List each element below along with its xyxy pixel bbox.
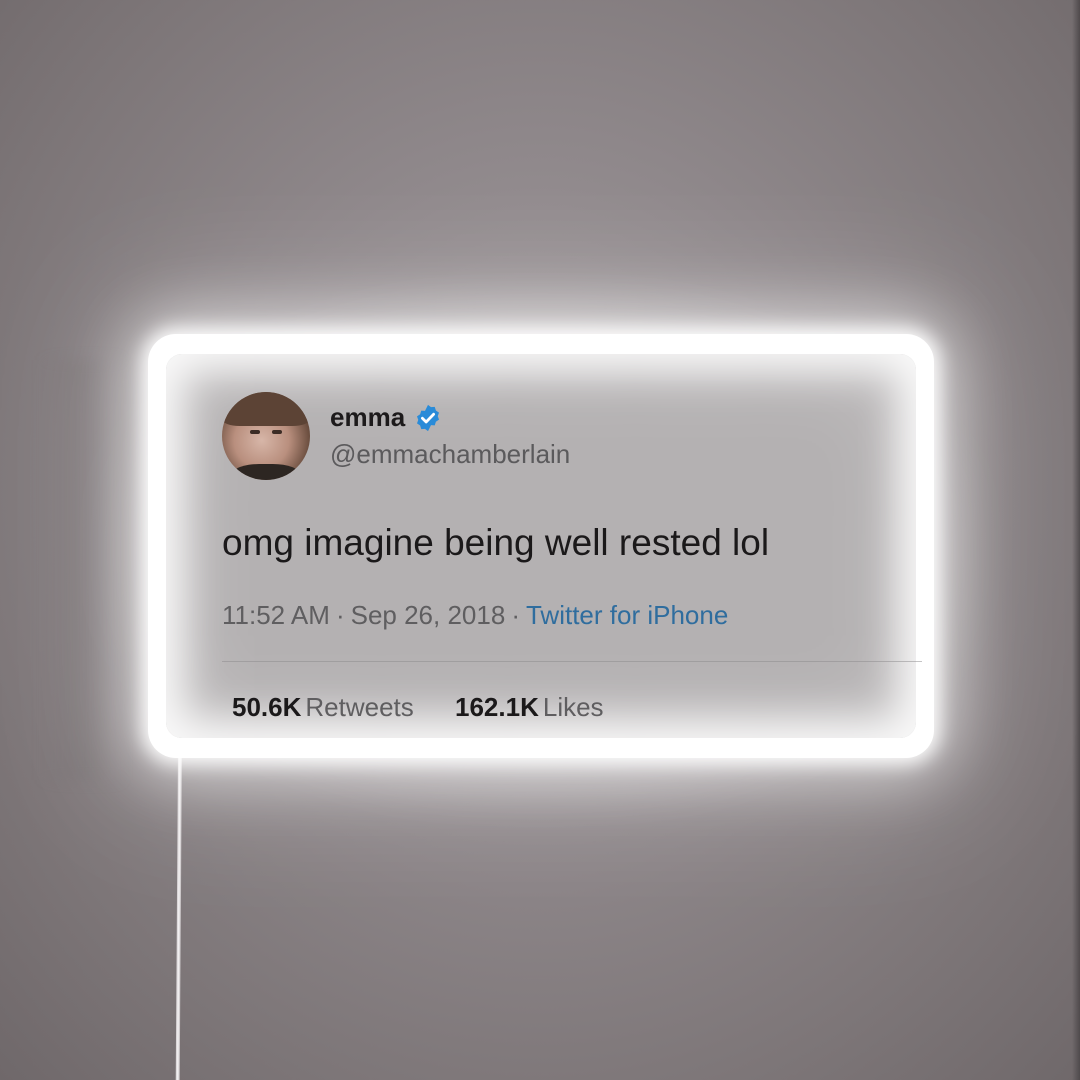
avatar — [222, 392, 310, 480]
wall-edge — [1072, 0, 1080, 1080]
avatar-eye — [272, 430, 282, 434]
verified-badge-icon — [417, 404, 440, 431]
divider — [222, 661, 922, 662]
tweet-meta: 11:52 AM · Sep 26, 2018 · Twitter for iPhone — [222, 600, 922, 631]
author-names: emma @emmachamberlain — [330, 402, 570, 470]
tweet-text: omg imagine being well rested lol — [222, 522, 770, 563]
name-row: emma — [330, 402, 570, 433]
avatar-hair — [222, 392, 310, 426]
tweet-source: Twitter for iPhone — [525, 600, 729, 630]
display-name: emma — [330, 402, 406, 432]
retweets-stat: 50.6K Retweets — [232, 692, 414, 723]
retweets-label: Retweets — [305, 692, 414, 722]
meta-separator: · — [335, 600, 345, 630]
likes-stat: 162.1K Likes — [455, 692, 604, 723]
tweet-header: emma @emmachamberlain — [222, 392, 922, 480]
retweets-count: 50.6K — [232, 692, 302, 722]
sign-panel: emma @emmachamberlain omg imagine being … — [166, 354, 922, 738]
meta-separator: · — [511, 600, 520, 630]
tweet-stats: 50.6K Retweets 162.1K Likes — [232, 692, 922, 723]
neon-sign: emma @emmachamberlain omg imagine being … — [148, 334, 934, 758]
tweet-time: 11:52 AM — [222, 600, 330, 630]
avatar-eye — [250, 430, 260, 434]
tweet-card: emma @emmachamberlain omg imagine being … — [222, 392, 922, 723]
likes-label: Likes — [542, 692, 604, 722]
tweet-date: Sep 26, 2018 — [350, 600, 506, 630]
likes-count: 162.1K — [455, 692, 539, 722]
avatar-shoulders — [232, 464, 300, 480]
user-handle: @emmachamberlain — [330, 439, 571, 469]
